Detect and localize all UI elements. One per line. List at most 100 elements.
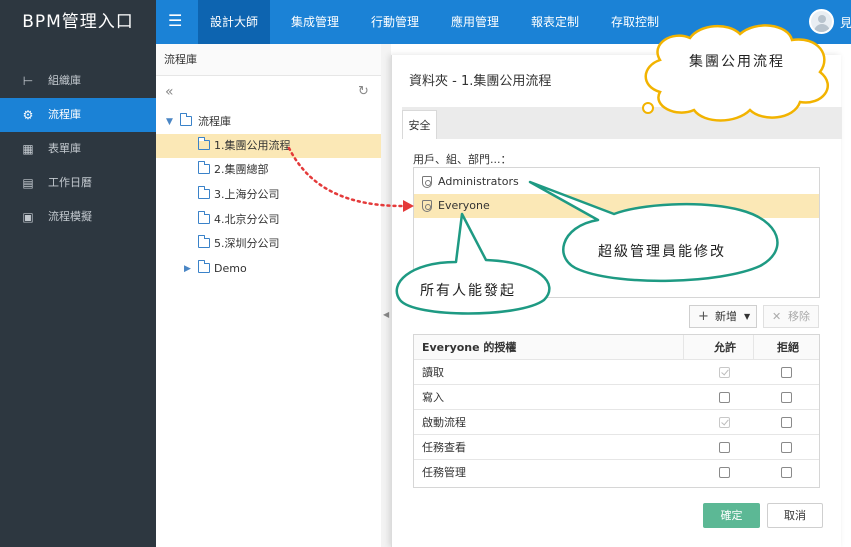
folder-icon: [198, 235, 210, 248]
form-icon: ▦: [22, 142, 34, 156]
admin-callout-text: 超級管理員能修改: [598, 244, 726, 260]
allow-checkbox[interactable]: [719, 392, 730, 403]
simulation-icon: ▣: [22, 210, 34, 224]
topnav-integration[interactable]: 集成管理: [280, 0, 350, 44]
org-icon: ⊢: [22, 74, 34, 88]
folder-dialog: 資料夾 - 1.集團公用流程 安全 用戶、組、部門...： Administra…: [391, 55, 842, 547]
allow-checkbox[interactable]: [719, 467, 730, 478]
collapse-icon[interactable]: «: [165, 84, 174, 100]
folder-icon: [198, 186, 210, 199]
add-button[interactable]: + 新增 ▼: [689, 305, 757, 328]
table-row: 任務查看: [414, 435, 819, 460]
tree-node-label: 4.北京分公司: [214, 213, 280, 226]
sidebar-item-label: 組織庫: [48, 74, 81, 87]
sidebar-item-org[interactable]: ⊢ 組織庫: [0, 64, 156, 98]
tree-node-label: 1.集團公用流程: [214, 139, 291, 152]
users-list-title: 用戶、組、部門...：: [413, 153, 512, 166]
permission-name: 任務查看: [422, 441, 466, 454]
folder-icon: [198, 260, 210, 273]
deny-checkbox[interactable]: [781, 392, 792, 403]
sidebar-item-label: 流程模擬: [48, 210, 92, 223]
tree-node-hq[interactable]: 2.集團總部: [156, 158, 382, 182]
folder-icon: [198, 137, 210, 150]
user-avatar[interactable]: [809, 9, 834, 34]
column-header-name: Everyone 的授權: [422, 341, 517, 354]
tree-node-label: 5.深圳分公司: [214, 237, 280, 250]
shield-icon: [422, 176, 432, 188]
plus-icon: +: [698, 309, 709, 324]
deny-checkbox[interactable]: [781, 367, 792, 378]
app-brand: BPM管理入口: [0, 0, 156, 44]
tree-node-label: 流程庫: [198, 115, 231, 128]
table-row: 啟動流程: [414, 410, 819, 435]
column-header-deny: 拒絕: [777, 341, 799, 354]
cloud-callout-text: 集團公用流程: [689, 54, 785, 70]
sidebar-item-form[interactable]: ▦ 表單庫: [0, 132, 156, 166]
permission-name: 寫入: [422, 391, 444, 404]
topnav-application[interactable]: 應用管理: [440, 0, 510, 44]
tree-node-label: 3.上海分公司: [214, 188, 280, 201]
folder-icon: [198, 211, 210, 224]
topnav-designer[interactable]: 設計大師: [198, 0, 270, 44]
confirm-button[interactable]: 確定: [703, 503, 760, 528]
cancel-button[interactable]: 取消: [767, 503, 823, 528]
tree-node-shanghai[interactable]: 3.上海分公司: [156, 183, 382, 207]
table-row: 寫入: [414, 385, 819, 410]
sidebar-item-label: 工作日曆: [48, 176, 92, 189]
refresh-icon[interactable]: ↻: [358, 84, 369, 99]
users-list[interactable]: Administrators Everyone: [413, 167, 820, 298]
top-navigation: ☰ 設計大師 集成管理 行動管理 應用管理 報表定制 存取控制 見: [156, 0, 851, 44]
folder-open-icon: [180, 113, 192, 126]
sidebar-item-calendar[interactable]: ▤ 工作日曆: [0, 166, 156, 200]
tab-security[interactable]: 安全: [402, 110, 437, 139]
sidebar-item-process[interactable]: ⚙ 流程庫: [0, 98, 156, 132]
caret-right-icon[interactable]: ▶: [184, 257, 191, 281]
deny-checkbox[interactable]: [781, 467, 792, 478]
tree-node-root[interactable]: ▼ 流程庫: [156, 110, 382, 134]
topnav-report[interactable]: 報表定制: [520, 0, 590, 44]
deny-checkbox[interactable]: [781, 417, 792, 428]
tree-header: 流程庫: [156, 44, 381, 76]
tree-node-label: Demo: [214, 262, 247, 275]
caret-down-icon[interactable]: ▼: [166, 110, 173, 134]
user-row-everyone[interactable]: Everyone: [414, 194, 819, 218]
add-button-label: 新增: [715, 310, 737, 323]
dialog-tabbar: 安全: [402, 107, 842, 139]
deny-checkbox[interactable]: [781, 442, 792, 453]
allow-checkbox[interactable]: [719, 367, 730, 378]
sidebar-item-simulation[interactable]: ▣ 流程模擬: [0, 200, 156, 234]
tree-node-label: 2.集團總部: [214, 163, 269, 176]
permission-name: 任務管理: [422, 466, 466, 479]
column-header-allow: 允許: [714, 341, 736, 354]
permission-name: 讀取: [422, 366, 444, 379]
process-icon: ⚙: [22, 108, 34, 122]
table-header-row: Everyone 的授權 允許 拒絕: [414, 335, 819, 360]
user-row-label: Administrators: [438, 175, 519, 188]
menu-icon[interactable]: ☰: [168, 12, 184, 30]
user-row-administrators[interactable]: Administrators: [414, 170, 819, 194]
topnav-access[interactable]: 存取控制: [600, 0, 670, 44]
splitter-handle-icon[interactable]: ◀: [383, 310, 389, 319]
tree-node-demo[interactable]: ▶ Demo: [156, 257, 382, 281]
sidebar-item-label: 表單庫: [48, 142, 81, 155]
tree-node-shenzhen[interactable]: 5.深圳分公司: [156, 232, 382, 256]
permissions-table: Everyone 的授權 允許 拒絕 讀取 寫入 啟動流程 任務查看 任務管理: [413, 334, 820, 488]
tree-toolbar: « ↻: [156, 82, 382, 104]
sidebar: ⊢ 組織庫 ⚙ 流程庫 ▦ 表單庫 ▤ 工作日曆 ▣ 流程模擬: [0, 44, 156, 547]
shield-icon: [422, 200, 432, 212]
sidebar-item-label: 流程庫: [48, 108, 81, 121]
tree-node-beijing[interactable]: 4.北京分公司: [156, 208, 382, 232]
topnav-mobile[interactable]: 行動管理: [360, 0, 430, 44]
table-row: 任務管理: [414, 460, 819, 485]
permission-name: 啟動流程: [422, 416, 466, 429]
user-name-truncated[interactable]: 見: [840, 14, 851, 31]
allow-checkbox[interactable]: [719, 417, 730, 428]
tree-node-group-common[interactable]: 1.集團公用流程: [156, 134, 382, 158]
remove-button[interactable]: ✕ 移除: [763, 305, 819, 328]
panel-splitter[interactable]: ◀: [381, 44, 391, 547]
user-row-label: Everyone: [438, 199, 490, 212]
remove-button-label: 移除: [788, 310, 810, 323]
allow-checkbox[interactable]: [719, 442, 730, 453]
dialog-title: 資料夾 - 1.集團公用流程: [409, 74, 552, 89]
chevron-down-icon[interactable]: ▼: [744, 306, 750, 327]
